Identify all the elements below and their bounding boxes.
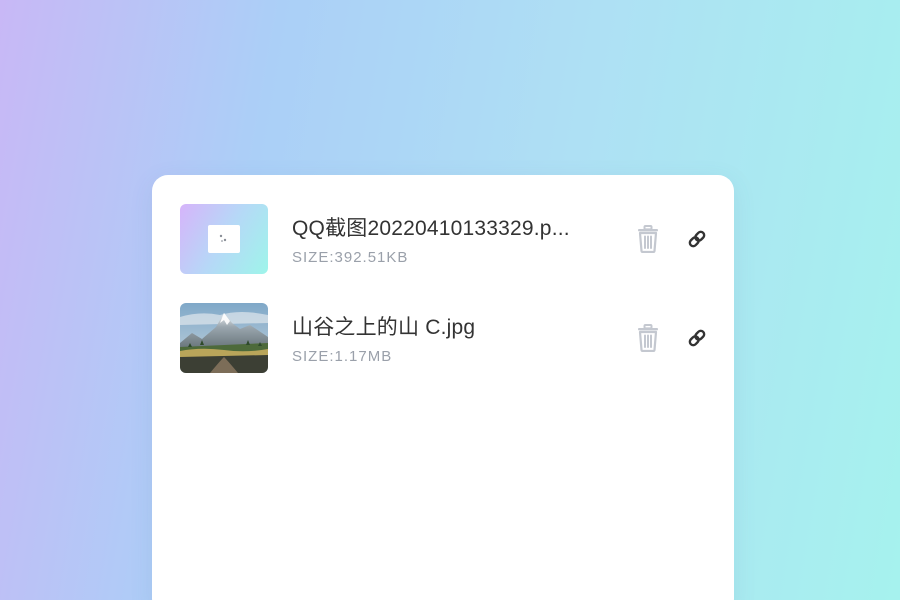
file-list-panel: QQ截图20220410133329.p... SIZE:392.51KB 山谷… — [152, 175, 734, 600]
link-icon — [688, 329, 706, 347]
image-placeholder-icon — [208, 225, 240, 253]
mountain-landscape-thumbnail[interactable] — [180, 303, 268, 373]
file-name: QQ截图20220410133329.p... — [292, 217, 570, 240]
file-item: QQ截图20220410133329.p... SIZE:392.51KB — [180, 204, 720, 274]
trash-icon — [638, 324, 658, 352]
copy-link-button[interactable] — [680, 222, 714, 256]
file-item: 山谷之上的山 C.jpg SIZE:1.17MB — [180, 303, 720, 373]
trash-icon — [638, 225, 658, 253]
delete-button[interactable] — [631, 222, 665, 256]
file-size: SIZE:1.17MB — [292, 348, 393, 365]
delete-button[interactable] — [631, 321, 665, 355]
file-size: SIZE:392.51KB — [292, 249, 409, 266]
copy-link-button[interactable] — [680, 321, 714, 355]
file-name: 山谷之上的山 C.jpg — [292, 316, 476, 339]
file-thumbnail[interactable] — [180, 204, 268, 274]
link-icon — [688, 230, 706, 248]
